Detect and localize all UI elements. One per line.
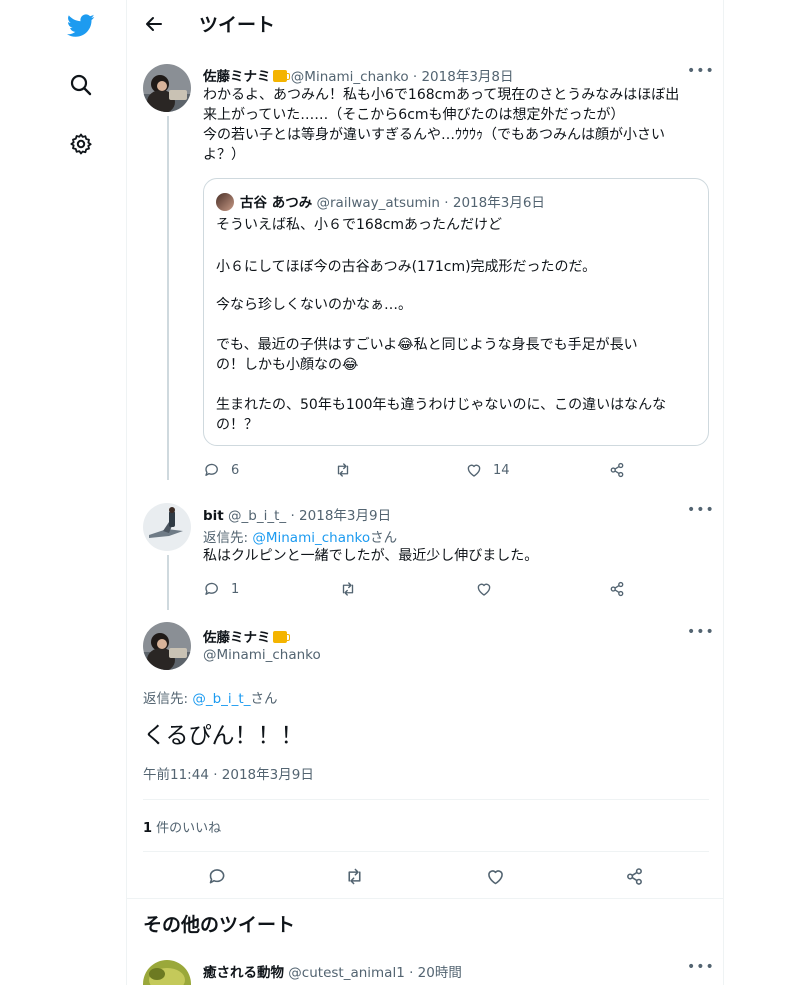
main-column: ツイート 佐藤ミナミ @Minami_chanko · 2018年3月8日 ••… xyxy=(126,0,724,985)
twitter-logo-icon[interactable] xyxy=(64,9,98,43)
like-count: 14 xyxy=(493,462,510,478)
tweet-date[interactable]: 20時間 xyxy=(418,965,462,981)
share-icon xyxy=(610,581,624,597)
quote-paragraph: 小６にしてほぼ今の古谷あつみ(171cm)完成形だったのだ。 xyxy=(216,259,597,275)
more-options-icon[interactable]: ••• xyxy=(687,503,714,519)
heart-icon xyxy=(487,869,503,884)
quote-paragraph: 生まれたの、50年も100年も違うわけじゃないのに、この違いはなんな の！？ xyxy=(216,397,667,433)
reply-button[interactable]: 6 xyxy=(203,459,239,481)
tweet-timestamp[interactable]: 午前11:44 · 2018年3月9日 xyxy=(143,763,314,783)
reply-icon xyxy=(209,868,224,883)
tweet-text: くるぴん！！！ xyxy=(143,723,304,749)
tweet-meta: 癒される動物 @cutest_animal1 · 20時間 xyxy=(203,965,462,981)
likes-count: 1 xyxy=(143,821,153,836)
tweet-date[interactable]: 2018年3月9日 xyxy=(299,508,391,524)
quote-paragraph: そういえば私、小６で168cmあったんだけど xyxy=(216,217,503,233)
display-name[interactable]: bit xyxy=(203,508,224,524)
search-icon[interactable] xyxy=(64,68,98,102)
username[interactable]: @cutest_animal1 xyxy=(288,965,405,981)
heart-icon xyxy=(477,583,491,596)
share-icon xyxy=(626,867,642,885)
tweet-handle: @Minami_chanko xyxy=(203,647,321,663)
divider xyxy=(143,799,709,800)
thread-line xyxy=(167,555,169,610)
quote-paragraph: でも、最近の子供はすごいよ😂私と同じような身長でも手足が長い の！しかも小顔なの… xyxy=(216,337,638,373)
share-button[interactable] xyxy=(608,578,626,600)
retweet-icon xyxy=(347,868,361,884)
tweet-meta: bit @_b_i_t_ · 2018年3月9日 xyxy=(203,508,392,524)
sidebar xyxy=(0,0,126,985)
back-button[interactable] xyxy=(141,11,167,37)
avatar[interactable] xyxy=(143,960,191,985)
like-button[interactable] xyxy=(475,578,493,600)
retweet-icon xyxy=(337,463,349,477)
reply-to-link[interactable]: @Minami_chanko xyxy=(252,530,370,546)
reply-context: 返信先: @Minami_chankoさん xyxy=(203,530,398,546)
reply-button[interactable]: 1 xyxy=(203,578,239,600)
username[interactable]: @_b_i_t_ xyxy=(228,508,286,524)
quote-username: @railway_atsumin xyxy=(316,195,441,211)
reply-icon xyxy=(205,582,218,595)
arrow-left-icon xyxy=(146,17,162,31)
like-button[interactable] xyxy=(482,863,508,889)
more-options-icon[interactable]: ••• xyxy=(687,625,714,641)
reply-icon xyxy=(205,463,218,476)
quote-paragraph: 今なら珍しくないのかなぁ…。 xyxy=(216,297,412,313)
retweet-icon xyxy=(342,582,354,596)
reply-count: 6 xyxy=(231,462,240,478)
thread-line xyxy=(167,116,169,480)
tweet-date[interactable]: 2018年3月8日 xyxy=(421,69,513,85)
share-button[interactable] xyxy=(608,459,626,481)
page-title: ツイート xyxy=(199,14,276,36)
quote-avatar xyxy=(216,193,234,211)
quoted-tweet[interactable]: 古谷 あつみ @railway_atsumin · 2018年3月6日 そういえ… xyxy=(203,178,709,446)
avatar[interactable] xyxy=(143,64,191,112)
display-name[interactable]: 佐藤ミナミ xyxy=(203,630,271,646)
more-tweets-title: その他のツイート xyxy=(143,914,296,936)
share-button[interactable] xyxy=(621,863,647,889)
divider xyxy=(143,851,709,852)
retweet-button[interactable] xyxy=(339,578,357,600)
reply-count: 1 xyxy=(231,581,240,597)
like-button[interactable]: 14 xyxy=(465,459,510,481)
username[interactable]: @Minami_chanko xyxy=(291,69,409,85)
avatar[interactable] xyxy=(143,503,191,551)
quote-date: 2018年3月6日 xyxy=(452,195,545,211)
tweet-actions: 1 xyxy=(203,578,643,600)
retweet-button[interactable] xyxy=(341,863,367,889)
reply-to-link[interactable]: @_b_i_t_ xyxy=(192,691,250,707)
tweet-actions xyxy=(143,863,709,889)
share-icon xyxy=(610,462,624,478)
display-name[interactable]: 癒される動物 xyxy=(203,965,284,981)
more-options-icon[interactable]: ••• xyxy=(687,64,714,80)
settings-gear-icon[interactable] xyxy=(64,127,98,161)
username[interactable]: @Minami_chanko xyxy=(203,647,321,663)
reply-context: 返信先: @_b_i_t_さん xyxy=(143,691,278,707)
tweet-actions: 6 14 xyxy=(203,459,643,481)
retweet-button[interactable] xyxy=(334,459,352,481)
tweet-text: わかるよ、あつみん！私も小6で168cmあって現在のさとうみなみはほぼ出 来上が… xyxy=(203,87,680,163)
likes-summary[interactable]: 1 件のいいね xyxy=(143,817,221,836)
quote-meta: 古谷 あつみ @railway_atsumin · 2018年3月6日 xyxy=(240,195,545,211)
reply-button[interactable] xyxy=(204,863,230,889)
tweet-author: 佐藤ミナミ xyxy=(203,626,290,646)
beer-emoji-icon xyxy=(272,70,290,82)
tweet-text: 私はクルピンと一緒でしたが、最近少し伸びました。 xyxy=(203,548,539,564)
avatar[interactable] xyxy=(143,622,191,670)
heart-icon xyxy=(467,464,481,477)
quote-display-name: 古谷 あつみ xyxy=(240,195,313,211)
display-name[interactable]: 佐藤ミナミ xyxy=(203,69,271,85)
tweet-meta: 佐藤ミナミ @Minami_chanko · 2018年3月8日 xyxy=(203,69,514,85)
more-options-icon[interactable]: ••• xyxy=(687,960,714,976)
beer-emoji-icon xyxy=(272,631,290,643)
section-divider xyxy=(127,898,723,899)
page-header: ツイート xyxy=(127,0,723,50)
